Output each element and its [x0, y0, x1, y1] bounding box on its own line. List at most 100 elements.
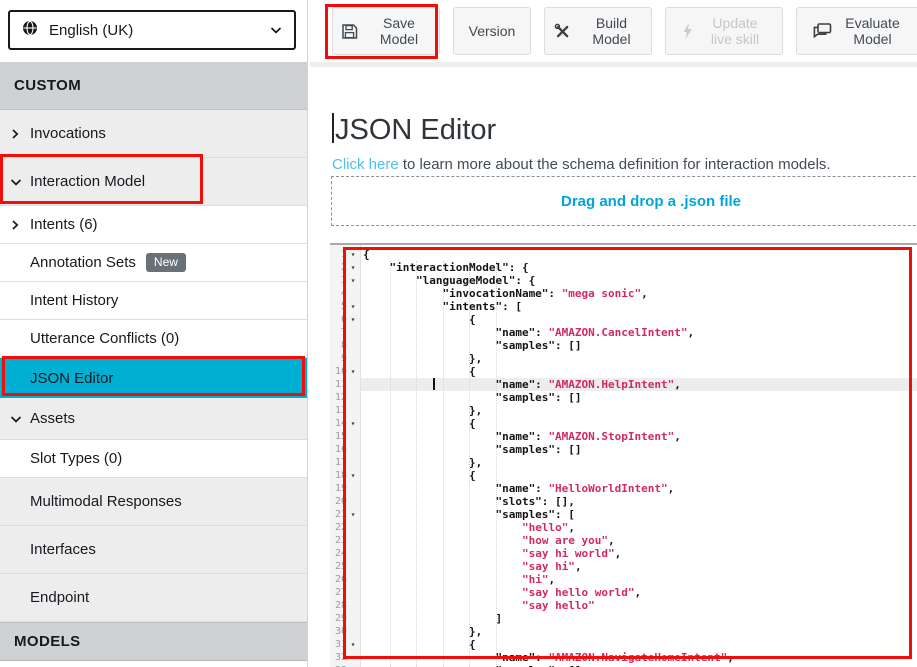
build-model-button[interactable]: Build Model [544, 7, 652, 55]
chevron-down-icon [10, 414, 22, 424]
gutter-line-3[interactable]: 3▾ [330, 274, 360, 287]
sidebar-item-intent-history[interactable]: Intent History [0, 282, 307, 320]
gutter-line-6[interactable]: 6▾ [330, 313, 360, 326]
button-label: Version [469, 23, 516, 39]
gutter-line-11[interactable]: 11 [330, 378, 360, 391]
globe-icon [22, 20, 38, 40]
code-line-32: "name": "AMAZON.NavigateHomeIntent", [363, 651, 734, 664]
sidebar-item-slot-types-0[interactable]: Slot Types (0) [0, 440, 307, 478]
chevron-right-icon [10, 220, 20, 230]
gutter-line-24[interactable]: 24 [330, 547, 360, 560]
gutter-line-23[interactable]: 23 [330, 534, 360, 547]
code-line-2: "interactionModel": { [363, 261, 734, 274]
gutter-line-14[interactable]: 14▾ [330, 417, 360, 430]
fold-arrow-icon[interactable]: ▾ [347, 469, 359, 482]
sidebar-item-interaction-model[interactable]: Interaction Model [0, 158, 307, 206]
gutter-line-1[interactable]: 1▾ [330, 248, 360, 261]
fold-arrow-icon[interactable]: ▾ [347, 274, 359, 287]
code-line-11: "name": "AMAZON.HelpIntent", [363, 378, 734, 391]
gutter-line-18[interactable]: 18▾ [330, 469, 360, 482]
gutter-line-9[interactable]: 9 [330, 352, 360, 365]
update-live-skill-button[interactable]: Update live skill [665, 7, 783, 55]
gutter-line-31[interactable]: 31▾ [330, 638, 360, 651]
code-line-21: "samples": [ [363, 508, 734, 521]
gutter-line-20[interactable]: 20 [330, 495, 360, 508]
editor-code: { "interactionModel": { "languageModel":… [363, 248, 734, 667]
fold-arrow-icon[interactable]: ▾ [347, 313, 359, 326]
language-selector[interactable]: English (UK) [8, 10, 296, 50]
sidebar-item-multimodal-responses[interactable]: Multimodal Responses [0, 478, 307, 526]
json-code-editor[interactable]: 1▾2▾3▾45▾6▾78910▾11121314▾15161718▾19202… [330, 243, 917, 667]
gutter-line-29[interactable]: 29 [330, 612, 360, 625]
sidebar-item-endpoint[interactable]: Endpoint [0, 574, 307, 622]
fold-arrow-icon[interactable]: ▾ [347, 417, 359, 430]
gutter-line-25[interactable]: 25 [330, 560, 360, 573]
code-line-26: "hi", [363, 573, 734, 586]
sidebar-item-label: Intents (6) [30, 216, 98, 233]
code-line-23: "how are you", [363, 534, 734, 547]
gutter-line-22[interactable]: 22 [330, 521, 360, 534]
sidebar-section-custom: CUSTOM [0, 62, 307, 110]
fold-arrow-icon[interactable]: ▾ [347, 508, 359, 521]
sidebar-item-json-editor[interactable]: JSON Editor [0, 358, 307, 398]
gutter-line-8[interactable]: 8 [330, 339, 360, 352]
gutter-line-4[interactable]: 4 [330, 287, 360, 300]
sidebar: English (UK) CUSTOM InvocationsInteracti… [0, 0, 308, 667]
fold-arrow-icon[interactable]: ▾ [347, 261, 359, 274]
code-line-1: { [363, 248, 734, 261]
gutter-line-27[interactable]: 27 [330, 586, 360, 599]
gutter-line-32[interactable]: 32 [330, 651, 360, 664]
json-dropzone[interactable]: Drag and drop a .json file [331, 176, 917, 226]
toolbar-separator [310, 62, 917, 67]
sidebar-item-label: Interfaces [30, 541, 96, 558]
code-line-29: ] [363, 612, 734, 625]
gutter-line-28[interactable]: 28 [330, 599, 360, 612]
dropzone-label: Drag and drop a .json file [561, 193, 741, 210]
gutter-line-16[interactable]: 16 [330, 443, 360, 456]
editor-gutter: 1▾2▾3▾45▾6▾78910▾11121314▾15161718▾19202… [330, 245, 361, 667]
gutter-line-5[interactable]: 5▾ [330, 300, 360, 313]
code-line-3: "languageModel": { [363, 274, 734, 287]
button-label: Update live skill [703, 15, 767, 47]
gutter-line-21[interactable]: 21▾ [330, 508, 360, 521]
chat-icon [813, 23, 832, 39]
fold-arrow-icon[interactable]: ▾ [347, 300, 359, 313]
gutter-line-2[interactable]: 2▾ [330, 261, 360, 274]
fold-arrow-icon[interactable]: ▾ [347, 365, 359, 378]
page-title-text: JSON Editor [335, 114, 496, 146]
gutter-line-17[interactable]: 17 [330, 456, 360, 469]
chevron-down-icon [10, 177, 22, 187]
gutter-line-15[interactable]: 15 [330, 430, 360, 443]
code-line-17: }, [363, 456, 734, 469]
save-model-button[interactable]: Save Model [332, 7, 440, 55]
evaluate-model-button[interactable]: Evaluate Model [796, 7, 917, 55]
sidebar-item-invocations[interactable]: Invocations [0, 110, 307, 158]
sidebar-item-assets[interactable]: Assets [0, 398, 307, 440]
code-line-13: }, [363, 404, 734, 417]
gutter-line-12[interactable]: 12 [330, 391, 360, 404]
page-title: JSON Editor [332, 113, 496, 147]
click-here-link[interactable]: Click here [332, 156, 399, 173]
sidebar-item-annotation-sets[interactable]: Annotation SetsNew [0, 244, 307, 282]
fold-arrow-icon[interactable]: ▾ [347, 638, 359, 651]
schema-help-rest: to learn more about the schema definitio… [399, 156, 831, 173]
sidebar-item-interfaces[interactable]: Interfaces [0, 526, 307, 574]
sidebar-item-label: Utterance Conflicts (0) [30, 330, 179, 347]
sidebar-item-label: Intent History [30, 292, 118, 309]
code-line-19: "name": "HelloWorldIntent", [363, 482, 734, 495]
gutter-line-10[interactable]: 10▾ [330, 365, 360, 378]
sidebar-item-intents-6[interactable]: Intents (6) [0, 206, 307, 244]
code-line-5: "intents": [ [363, 300, 734, 313]
gutter-line-7[interactable]: 7 [330, 326, 360, 339]
gutter-line-19[interactable]: 19 [330, 482, 360, 495]
gutter-line-26[interactable]: 26 [330, 573, 360, 586]
gutter-line-13[interactable]: 13 [330, 404, 360, 417]
sidebar-item-label: JSON Editor [30, 370, 113, 387]
sidebar-item-label: Slot Types (0) [30, 450, 122, 467]
code-line-16: "samples": [] [363, 443, 734, 456]
gutter-line-30[interactable]: 30 [330, 625, 360, 638]
language-selector-label: English (UK) [49, 22, 133, 39]
sidebar-item-utterance-conflicts-0[interactable]: Utterance Conflicts (0) [0, 320, 307, 358]
version-button[interactable]: Version [453, 7, 531, 55]
fold-arrow-icon[interactable]: ▾ [347, 248, 359, 261]
